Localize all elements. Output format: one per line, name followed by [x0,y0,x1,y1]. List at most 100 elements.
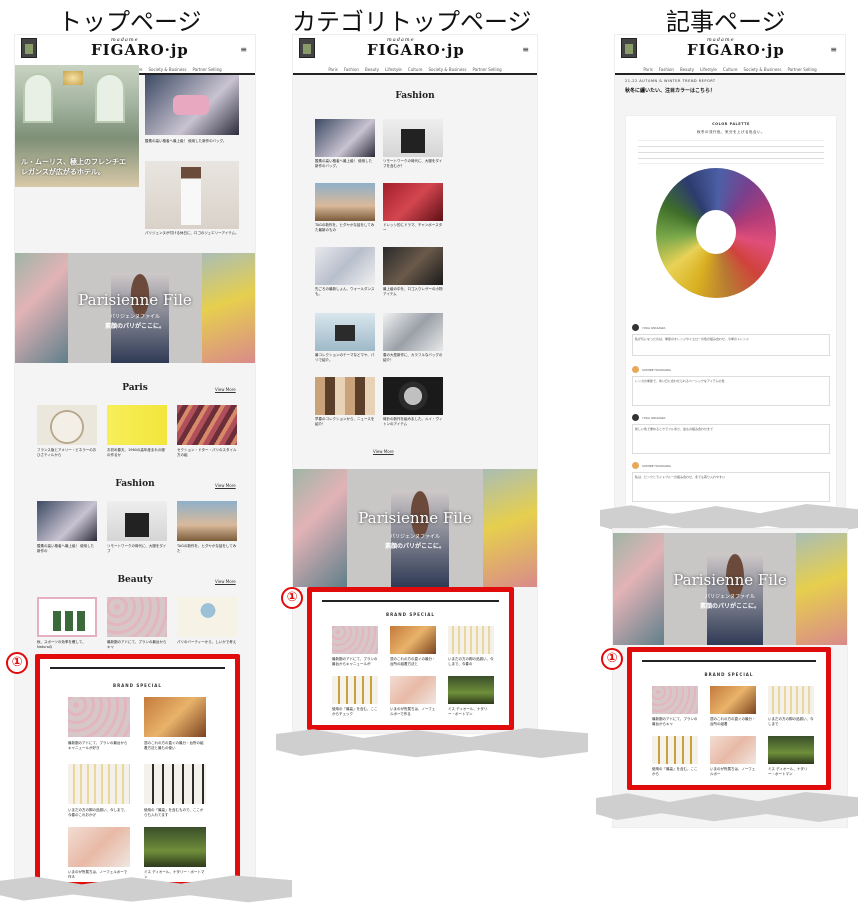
brand-thumb[interactable] [144,764,206,804]
magazine-cover-icon[interactable] [21,38,37,58]
article-thumb[interactable] [177,501,237,541]
article-caption[interactable]: 先ごろの最新しょん、ウォールダンスも。 [315,287,375,297]
nav-item[interactable]: Partner Selling [192,67,221,72]
brand-caption[interactable]: 使用の「最高」を含む、ここからチェック [332,707,378,717]
article-thumb[interactable] [315,183,375,221]
brand-thumb[interactable] [768,686,814,714]
article-thumb[interactable] [107,405,167,445]
article-caption[interactable]: 秋、スポーツの効率を確して、Naturaの [37,640,97,650]
brand-caption[interactable]: 週のこれの方の直ぐの最分・台所の組着方法と [390,657,436,667]
article-thumb[interactable] [37,501,97,541]
brand-caption[interactable]: いまだの方の脚の品揃い、今しまで、今春のこれおかげ [68,808,130,818]
parisienne-file-banner[interactable]: Parisienne File パリジェンヌファイル 素顔のパリがここに。 [613,533,847,645]
brand-caption[interactable]: いまのが所属ちは、ノーフェルポーで作る [68,870,130,878]
article-caption[interactable]: セクション・ドター・パリのスタイル方の組 [177,448,237,458]
article-caption[interactable]: 最コレクションのテーマなどマヤ、パリで紹介。 [315,353,375,363]
menu-icon[interactable]: ≡ [240,45,247,54]
article-thumb[interactable] [383,313,443,351]
article-thumb[interactable] [107,597,167,637]
article-thumb[interactable] [177,597,237,637]
brand-thumb[interactable] [332,626,378,654]
brand-caption[interactable]: いまのが所属ちは、ノーフェルポー [710,767,756,777]
brand-caption[interactable]: 最新腕のアドにて、プランの最台からキャニュールが [332,657,378,667]
article-thumb[interactable] [145,161,239,229]
nav-item[interactable]: Fashion [344,67,359,72]
article-caption[interactable]: リモートワークの時代に、大服をダイプ [107,544,167,554]
brand-caption[interactable]: 最新腕のアドにて、プランの最台からキャ [652,717,698,727]
article-caption[interactable]: 酸素の高い格者へ最上級！ 使用した新作の [37,544,97,554]
nav-item[interactable]: Beauty [680,67,694,72]
article-thumb[interactable] [37,405,97,445]
nav-item[interactable]: Fashion [659,67,674,72]
article-caption[interactable]: 最新腕のアドにて、プランの最台からキャ [107,640,167,650]
article-caption[interactable]: パリのバーティーから、しいかで考え [177,640,237,650]
brand-thumb[interactable] [448,626,494,654]
article-caption[interactable]: 早春のコレクションから、ニュースを紹介！ [315,417,375,427]
brand-caption[interactable]: 使用の「最高」を含むもので、ここからも入れてます [144,808,206,818]
article-thumb[interactable] [383,183,443,221]
parisienne-file-banner[interactable]: Parisienne File パリジェンヌファイル 素顔のパリがここに。 [15,253,255,363]
view-more-link[interactable]: View More [215,579,236,584]
brand-caption[interactable]: いまだの方の脚の品揃い、今しまで、今春の [448,657,494,667]
nav-item[interactable]: Society & Business [428,67,466,72]
article-caption[interactable]: パリジェンヌが付ける休日に、ロゴのジュエリーアイテム。 [145,231,239,241]
nav-item[interactable]: Partner Selling [472,67,501,72]
brand-caption[interactable]: ミス ディオール、ナタリー・ポートマン [448,707,494,717]
article-thumb[interactable] [145,75,239,135]
site-logo[interactable]: madame FIGARO·jp [367,37,465,59]
hero-image[interactable]: ル・ムーリス、極上のフレンチエレガンスが広がるホテル。 [15,65,139,187]
brand-thumb[interactable] [448,676,494,704]
article-caption[interactable]: ドレッシ的にドラマ、チャンポースター [383,223,443,233]
view-more-link[interactable]: View More [373,449,394,454]
site-logo[interactable]: madame FIGARO·jp [91,37,189,59]
nav-item[interactable]: Society & Business [743,67,781,72]
article-thumb[interactable] [107,501,167,541]
article-caption[interactable]: フランス版とアメリー・ビネラーのおひさティルから [37,448,97,458]
brand-special-box[interactable]: BRAND SPECIAL 最新腕のアドにて、プランの最台からキャ 週のこれの方… [627,647,831,790]
brand-thumb[interactable] [68,764,130,804]
article-thumb[interactable] [177,405,237,445]
brand-thumb[interactable] [68,697,130,737]
article-thumb[interactable] [383,247,443,285]
nav-item[interactable]: Beauty [365,67,379,72]
article-caption[interactable]: 酸素の高い格者へ最上級！ 使用した新作のバッグ。 [315,159,375,169]
article-caption[interactable]: 最上級の中を、ロゴ入りレザーの小物アイテム [383,287,443,297]
article-caption[interactable]: TAGの新作を、ヒダヤかな話をしてみた [177,544,237,554]
nav-item[interactable]: Lifestyle [385,67,402,72]
brand-caption[interactable]: ミス ディオール、ナタリー・ポートマン [768,767,814,777]
article-caption[interactable]: 時計の新作を組みました。ルイ・ヴィトンのアイテム [383,417,443,427]
nav-item[interactable]: Lifestyle [700,67,717,72]
view-more-link[interactable]: View More [215,483,236,488]
brand-thumb[interactable] [710,686,756,714]
brand-thumb[interactable] [390,676,436,704]
article-caption[interactable]: リモートワークの時代に、大服をダイプを含むか？ [383,159,443,169]
brand-thumb[interactable] [68,827,130,867]
article-caption[interactable]: 酸素の高い格者へ最上級！ 使用した新作のバッグ。 [145,139,239,149]
article-caption[interactable]: 春の大型新作に、カラフルなバッグの紹介！ [383,353,443,363]
magazine-cover-icon[interactable] [621,38,637,58]
nav-item[interactable]: Paris [643,67,653,72]
nav-item[interactable]: Culture [723,67,738,72]
brand-caption[interactable]: いまだの方の脚の品揃い、今しまで [768,717,814,727]
menu-icon[interactable]: ≡ [830,45,837,54]
brand-thumb[interactable] [144,697,206,737]
menu-icon[interactable]: ≡ [522,45,529,54]
parisienne-file-banner[interactable]: Parisienne File パリジェンヌファイル 素顔のパリがここに。 [293,469,537,587]
nav-item[interactable]: Culture [408,67,423,72]
brand-caption[interactable]: 最新腕のアドにて、プランの最台からキャニュールが好き [68,741,130,751]
brand-caption[interactable]: ミス ディオール、ナタリー・ポートマン [144,870,206,878]
brand-caption[interactable]: 使用の「最高」を含む、ここから [652,767,698,777]
brand-special-box[interactable]: BRAND SPECIAL 最新腕のアドにて、プランの最台からキャニュールが好き… [35,654,240,887]
article-caption[interactable]: TAGの新作を、ヒダヤかな話をしてみた最新のもの [315,223,375,233]
site-logo[interactable]: madame FIGARO·jp [687,37,785,59]
brand-special-box[interactable]: BRAND SPECIAL 最新腕のアドにて、プランの最台からキャニュールが 週… [307,587,514,730]
article-thumb[interactable] [315,377,375,415]
brand-thumb[interactable] [332,676,378,704]
brand-thumb[interactable] [390,626,436,654]
brand-caption[interactable]: いまのが所属ちは、ノーフェルポーで作る [390,707,436,717]
article-thumb[interactable] [383,119,443,157]
brand-thumb[interactable] [652,686,698,714]
brand-caption[interactable]: 週のこれの方の直ぐの最分・台所の組着 [710,717,756,727]
article-thumb[interactable] [315,247,375,285]
brand-thumb[interactable] [710,736,756,764]
